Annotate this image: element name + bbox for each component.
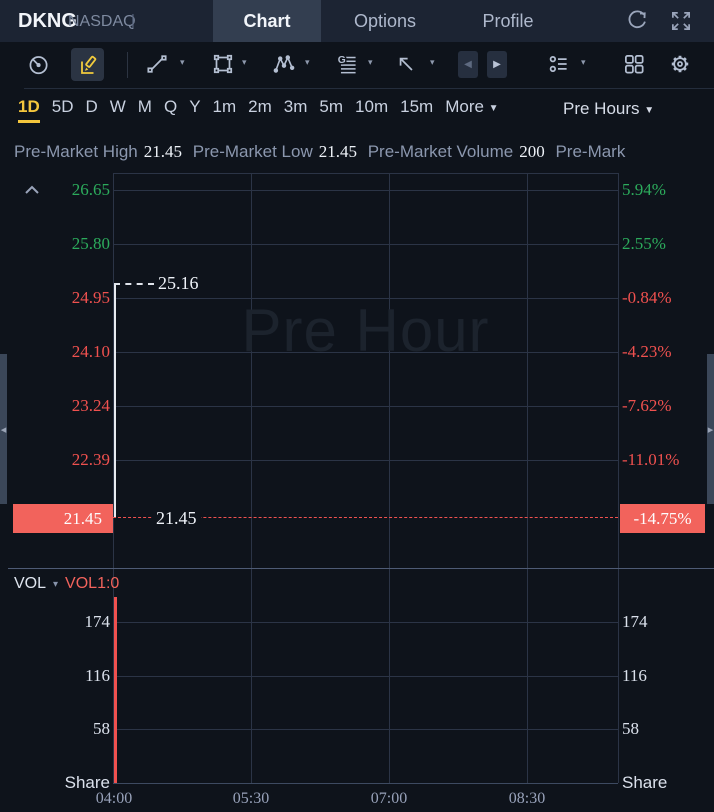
volume-unit-label: Share bbox=[0, 773, 110, 793]
volume-indicator-header: VOL ▾ VOL1:0 bbox=[14, 572, 119, 596]
session-label: Pre Hours bbox=[563, 99, 640, 118]
tab-profile[interactable]: Profile bbox=[463, 0, 553, 42]
timeframe-10m[interactable]: 10m bbox=[355, 97, 388, 123]
timeframe-1d[interactable]: 1D bbox=[18, 97, 40, 123]
trend-line-caret[interactable]: ▾ bbox=[180, 57, 185, 68]
drawings-list-caret[interactable]: ▾ bbox=[581, 57, 586, 68]
arrow-tool-button[interactable] bbox=[392, 50, 420, 78]
draw-pencil-button[interactable] bbox=[71, 48, 104, 81]
info-label: Pre-Market High bbox=[14, 142, 138, 161]
prev-close-label: 25.16 bbox=[158, 273, 199, 294]
vol-detail-label[interactable]: VOL1:0 bbox=[65, 575, 119, 593]
volume-bar bbox=[114, 597, 117, 783]
session-selector[interactable]: Pre Hours ▼ bbox=[563, 89, 654, 131]
timeframe-y[interactable]: Y bbox=[189, 97, 200, 123]
prev-close-dashed-line bbox=[114, 283, 154, 285]
vol-caret-icon[interactable]: ▾ bbox=[53, 579, 58, 590]
shape-tool-caret[interactable]: ▾ bbox=[242, 57, 247, 68]
trend-line-tool-button[interactable] bbox=[143, 50, 171, 78]
timeframe-1m[interactable]: 1m bbox=[213, 97, 237, 123]
settings-gear-button[interactable] bbox=[666, 50, 694, 78]
time-axis[interactable] bbox=[113, 784, 618, 812]
premarket-info-bar: Pre-Market High 21.45 Pre-Market Low 21.45… bbox=[14, 136, 714, 168]
timeframe-5m[interactable]: 5m bbox=[319, 97, 343, 123]
redo-button[interactable]: ▶ bbox=[487, 51, 507, 78]
drawings-list-button[interactable] bbox=[544, 50, 572, 78]
info-value: 21.45 bbox=[144, 142, 182, 161]
layout-grid-button[interactable] bbox=[620, 50, 648, 78]
pencil-icon bbox=[76, 53, 100, 77]
refresh-icon[interactable] bbox=[624, 8, 650, 34]
price-axis[interactable] bbox=[0, 173, 110, 568]
gann-lines-caret[interactable]: ▾ bbox=[368, 57, 373, 68]
timeframe-q[interactable]: Q bbox=[164, 97, 177, 123]
shape-tool-button[interactable] bbox=[209, 50, 237, 78]
vol-label[interactable]: VOL bbox=[14, 575, 46, 593]
tab-chart[interactable]: Chart bbox=[213, 0, 321, 42]
info-value: 21.45 bbox=[319, 142, 357, 161]
more-caret-icon: ▼ bbox=[489, 103, 499, 114]
undo-button[interactable]: ◀ bbox=[458, 51, 478, 78]
timeframe-more[interactable]: More ▼ bbox=[445, 97, 498, 123]
timeframe-bar: 1D 5D DWMQY 1m 2m 3m 5m 10m 15m More ▼ bbox=[18, 89, 499, 131]
timeframe-w[interactable]: W bbox=[110, 97, 126, 123]
chart-plot-area[interactable] bbox=[113, 173, 618, 783]
info-label: Pre-Market Low bbox=[193, 142, 313, 161]
timeframe-2m[interactable]: 2m bbox=[248, 97, 272, 123]
pane-separator[interactable] bbox=[8, 568, 714, 569]
volume-axis-label: 174 bbox=[622, 612, 648, 632]
info-value: 200 bbox=[519, 142, 545, 161]
volume-axis-label: 58 bbox=[0, 719, 110, 739]
arrow-tool-caret[interactable]: ▾ bbox=[430, 57, 435, 68]
timeframe-15m[interactable]: 15m bbox=[400, 97, 433, 123]
price-line bbox=[114, 283, 116, 518]
plot-right-border bbox=[618, 173, 619, 783]
divider: | bbox=[131, 0, 135, 42]
last-price-line-label: 21.45 bbox=[152, 508, 201, 529]
percent-axis[interactable] bbox=[620, 173, 714, 568]
volume-axis-label: 174 bbox=[0, 612, 110, 632]
pattern-tool-button[interactable] bbox=[270, 50, 298, 78]
volume-axis-label: 58 bbox=[622, 719, 639, 739]
tab-options[interactable]: Options bbox=[340, 0, 430, 42]
timeframe-5d[interactable]: 5D bbox=[52, 97, 74, 123]
volume-axis-label: 116 bbox=[622, 666, 647, 686]
volume-axis-label: 116 bbox=[0, 666, 110, 686]
session-caret-icon: ▼ bbox=[644, 105, 654, 116]
gauge-tool-button[interactable] bbox=[24, 50, 52, 78]
info-label-truncated: Pre-Mark bbox=[555, 142, 625, 161]
pattern-tool-caret[interactable]: ▾ bbox=[305, 57, 310, 68]
exchange-label: NASDAQ bbox=[68, 0, 136, 42]
info-label: Pre-Market Volume bbox=[368, 142, 514, 161]
timeframe-m[interactable]: M bbox=[138, 97, 152, 123]
top-bar: DKNG NASDAQ | Chart Options Profile bbox=[0, 0, 714, 42]
toolbar-divider bbox=[127, 52, 128, 78]
volume-unit-label: Share bbox=[622, 773, 667, 793]
svg-text:G: G bbox=[338, 55, 346, 66]
gann-lines-tool-button[interactable]: G bbox=[334, 50, 362, 78]
timeframe-3m[interactable]: 3m bbox=[284, 97, 308, 123]
timeframe-d[interactable]: D bbox=[85, 97, 97, 123]
fullscreen-icon[interactable] bbox=[668, 8, 694, 34]
